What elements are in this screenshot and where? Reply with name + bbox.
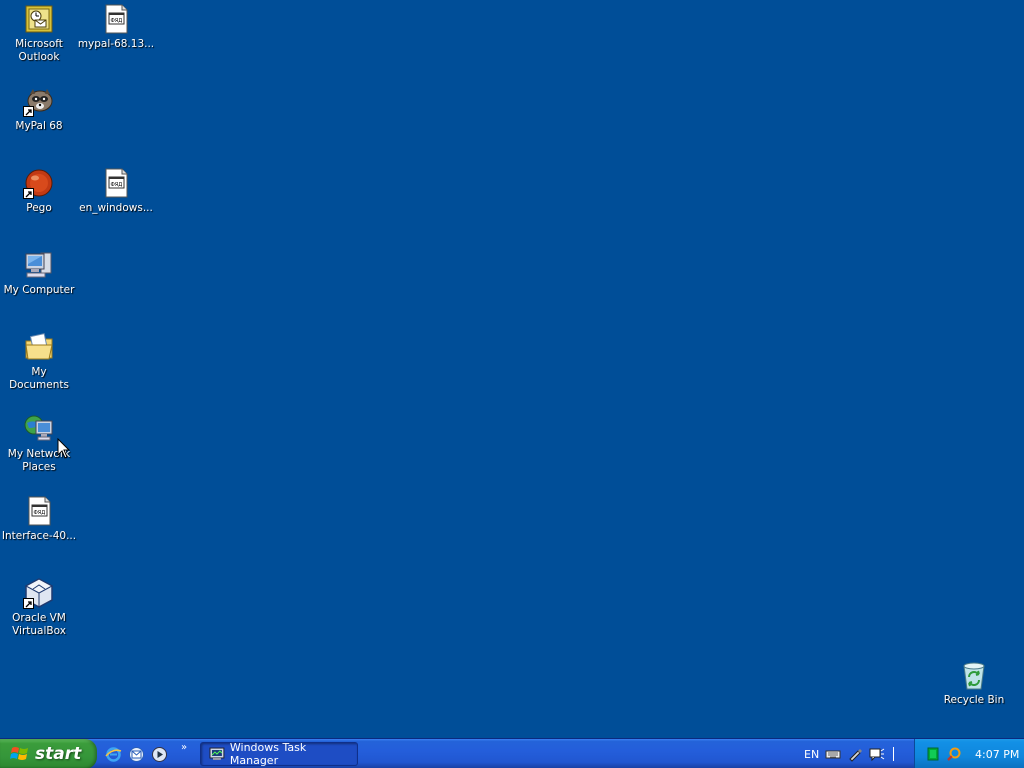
shortcut-arrow-icon xyxy=(23,188,34,199)
system-tray: 4:07 PM xyxy=(914,739,1024,768)
mypal-icon xyxy=(23,85,55,117)
outlook-icon xyxy=(23,3,55,35)
clock[interactable]: 4:07 PM xyxy=(975,748,1019,761)
desktop-icon-label: Pego xyxy=(26,202,52,214)
tray-separator xyxy=(893,747,895,761)
desktop-icon-label: Oracle VM VirtualBox xyxy=(12,612,66,637)
shortcut-arrow-icon xyxy=(23,598,34,609)
shortcut-arrow-icon xyxy=(23,106,34,117)
start-label: start xyxy=(35,744,82,764)
task-manager-icon xyxy=(209,747,225,760)
recycle-bin-icon xyxy=(958,659,990,691)
pego-icon xyxy=(23,167,55,199)
desktop-icon-recycle-bin[interactable]: Recycle Bin xyxy=(935,659,1013,707)
internet-explorer-icon[interactable] xyxy=(104,745,123,764)
desktop-icon-interface-file[interactable]: ФЯД Interface-40... xyxy=(0,495,78,543)
desktop-icon-mypal-file[interactable]: ФЯД mypal-68.13... xyxy=(77,3,155,51)
desktop-icon-label: en_windows... xyxy=(79,202,153,214)
quick-launch-chevron-icon[interactable]: » xyxy=(181,742,187,753)
desktop-icon-mypal-68[interactable]: MyPal 68 xyxy=(0,85,78,133)
start-button[interactable]: start xyxy=(0,739,97,768)
virtualbox-icon xyxy=(23,577,55,609)
desktop-icon-label: My Documents xyxy=(9,366,69,391)
desktop: Microsoft Outlook ФЯД mypal-68.13... MyP… xyxy=(0,0,1024,738)
desktop-icon-label: My Computer xyxy=(3,284,75,296)
task-manager-tray-icon[interactable] xyxy=(925,746,941,762)
desktop-icon-oracle-vm-virtualbox[interactable]: Oracle VM VirtualBox xyxy=(0,577,78,638)
taskbar: start » Windows Task Manager EN 4:07 PM xyxy=(0,738,1024,768)
desktop-icon-en-windows-file[interactable]: ФЯД en_windows... xyxy=(77,167,155,215)
media-player-icon[interactable] xyxy=(150,745,169,764)
keyboard-icon[interactable] xyxy=(825,746,841,762)
computer-icon xyxy=(23,249,55,281)
mouse-cursor-icon xyxy=(57,438,71,459)
quick-launch-bar xyxy=(104,739,169,768)
desktop-icon-pego[interactable]: Pego xyxy=(0,167,78,215)
outlook-express-icon[interactable] xyxy=(127,745,146,764)
document-icon: ФЯД xyxy=(100,167,132,199)
svg-text:ФЯД: ФЯД xyxy=(111,182,123,188)
speech-icon[interactable] xyxy=(869,746,885,762)
desktop-icon-label: Microsoft Outlook xyxy=(15,38,63,63)
desktop-icon-my-documents[interactable]: My Documents xyxy=(0,331,78,392)
desktop-icon-label: Recycle Bin xyxy=(943,694,1005,706)
svg-text:ФЯД: ФЯД xyxy=(111,18,123,24)
search-icon[interactable] xyxy=(946,746,962,762)
network-icon xyxy=(23,413,55,445)
svg-text:ФЯД: ФЯД xyxy=(34,510,46,516)
taskbar-button-windows-task-manager[interactable]: Windows Task Manager xyxy=(200,741,358,767)
documents-folder-icon xyxy=(23,331,55,363)
language-indicator[interactable]: EN xyxy=(804,748,819,761)
desktop-icon-label: Interface-40... xyxy=(1,530,77,542)
tray-area: EN xyxy=(804,739,895,768)
taskbar-button-label: Windows Task Manager xyxy=(229,741,307,767)
windows-logo-icon xyxy=(10,747,28,760)
desktop-icon-my-computer[interactable]: My Computer xyxy=(0,249,78,297)
pen-tool-icon[interactable] xyxy=(847,746,863,762)
desktop-icon-label: mypal-68.13... xyxy=(77,38,155,50)
desktop-icon-label: MyPal 68 xyxy=(15,120,63,132)
document-icon: ФЯД xyxy=(100,3,132,35)
document-icon: ФЯД xyxy=(23,495,55,527)
desktop-icon-microsoft-outlook[interactable]: Microsoft Outlook xyxy=(0,3,78,64)
